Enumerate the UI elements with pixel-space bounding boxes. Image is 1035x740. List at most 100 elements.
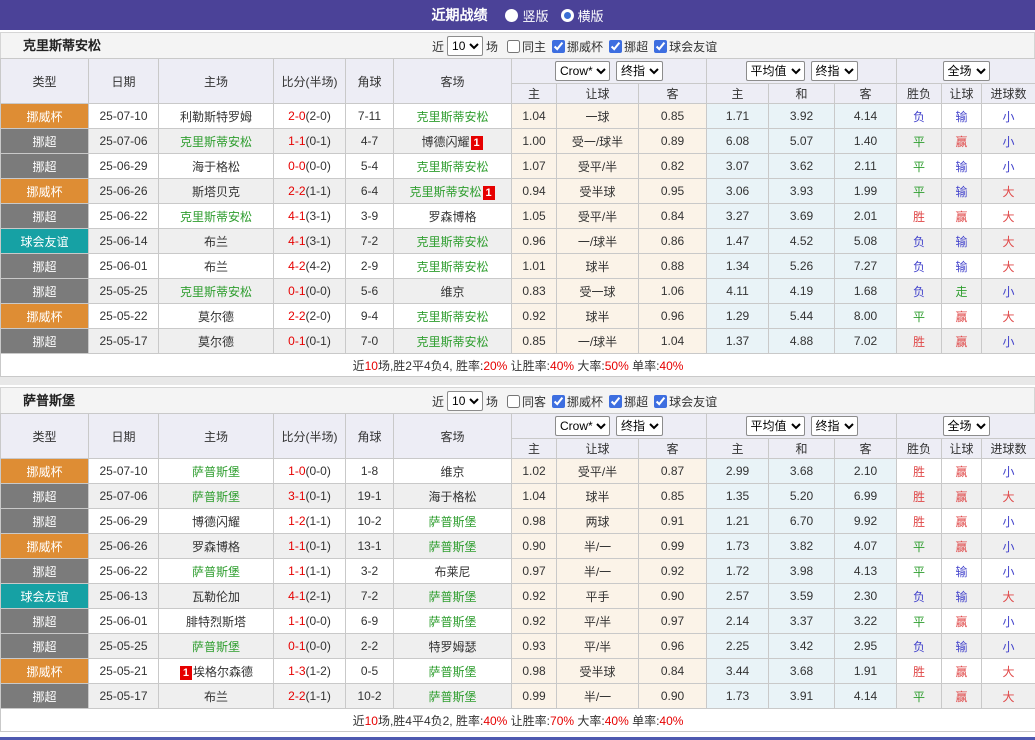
half-score: (0-0) xyxy=(306,464,331,478)
league-filter-2[interactable]: 球会友谊 xyxy=(652,38,717,55)
final-score: 4-1 xyxy=(288,234,305,248)
avg-away: 1.40 xyxy=(835,129,897,154)
result-outcome: 平 xyxy=(897,534,942,559)
final-score: 4-1 xyxy=(288,209,305,223)
league-filter-2-input[interactable] xyxy=(654,40,667,53)
result-outcome-value: 负 xyxy=(913,640,925,654)
avg-draw: 3.82 xyxy=(769,534,835,559)
league-filter-2[interactable]: 球会友谊 xyxy=(652,393,717,410)
result-outcome: 胜 xyxy=(897,509,942,534)
result-outcome-value: 平 xyxy=(913,135,925,149)
odds-home: 1.04 xyxy=(512,104,557,129)
match-row: 挪超25-06-22萨普斯堡1-1(1-1)3-2布莱尼0.97半/一0.921… xyxy=(1,559,1035,584)
result-outcome: 负 xyxy=(897,634,942,659)
avg-provider-select[interactable]: 平均值 xyxy=(746,61,805,81)
final-score: 1-0 xyxy=(288,464,305,478)
matches-table: 类型日期主场比分(半场)角球客场Crow*终指平均值终指全场主让球客主和客胜负让… xyxy=(0,58,1035,377)
league-filter-0-input[interactable] xyxy=(552,395,565,408)
match-row: 挪威杯25-07-10萨普斯堡1-0(0-0)1-8维京1.02受平/半0.87… xyxy=(1,459,1035,484)
layout-radio-vertical[interactable]: 竖版 xyxy=(505,6,548,25)
result-goals-value: 小 xyxy=(1003,615,1015,629)
result-handicap: 输 xyxy=(942,154,982,179)
odds-home: 0.92 xyxy=(512,584,557,609)
corner-count: 1-8 xyxy=(346,459,394,484)
same-venue-filter-input[interactable] xyxy=(507,40,520,53)
away-team: 布莱尼 xyxy=(394,559,512,584)
match-score: 4-1(2-1) xyxy=(274,584,346,609)
avg-draw: 3.68 xyxy=(769,459,835,484)
avg-provider-select[interactable]: 平均值 xyxy=(746,416,805,436)
sub-column-header: 主 xyxy=(512,439,557,459)
avg-time-select[interactable]: 终指 xyxy=(811,61,858,81)
result-handicap: 赢 xyxy=(942,509,982,534)
result-handicap-value: 赢 xyxy=(956,540,968,554)
recent-count-select[interactable]: 10 xyxy=(447,36,483,56)
recent-label: 近 xyxy=(432,393,444,410)
odds-handicap: 球半 xyxy=(557,484,639,509)
avg-away: 1.99 xyxy=(835,179,897,204)
league-filter-1-input[interactable] xyxy=(609,40,622,53)
layout-radio-horizontal[interactable]: 横版 xyxy=(561,6,604,25)
same-venue-filter-input[interactable] xyxy=(507,395,520,408)
result-outcome: 平 xyxy=(897,559,942,584)
final-score: 2-2 xyxy=(288,309,305,323)
home-team-name: 斯塔贝克 xyxy=(192,185,240,199)
odds-time-select[interactable]: 终指 xyxy=(616,61,663,81)
recent-count-select[interactable]: 10 xyxy=(447,391,483,411)
summary-segment: 40% xyxy=(659,714,683,728)
avg-draw: 3.98 xyxy=(769,559,835,584)
away-team-name: 克里斯蒂安松 xyxy=(416,310,488,324)
league-filter-0[interactable]: 挪威杯 xyxy=(550,38,603,55)
same-venue-filter[interactable]: 同主 xyxy=(505,38,546,55)
league-filter-0[interactable]: 挪威杯 xyxy=(550,393,603,410)
summary-segment: 单率: xyxy=(629,359,660,373)
radio-horizontal-label: 横版 xyxy=(578,6,604,25)
same-venue-filter[interactable]: 同客 xyxy=(505,393,546,410)
league-filter-0-input[interactable] xyxy=(552,40,565,53)
avg-away: 2.01 xyxy=(835,204,897,229)
corner-count: 4-7 xyxy=(346,129,394,154)
odds-provider-select[interactable]: Crow* xyxy=(555,61,610,81)
summary-segment: 70% xyxy=(550,714,574,728)
same-venue-filter-label: 同客 xyxy=(522,393,546,410)
result-goals-value: 大 xyxy=(1003,185,1015,199)
league-filter-2-input[interactable] xyxy=(654,395,667,408)
column-header: 类型 xyxy=(1,414,89,459)
home-team-name: 布兰 xyxy=(204,690,228,704)
radio-vertical-icon[interactable] xyxy=(505,9,518,22)
odds-time-select[interactable]: 终指 xyxy=(616,416,663,436)
result-handicap: 赢 xyxy=(942,204,982,229)
league-filter-1-input[interactable] xyxy=(609,395,622,408)
scope-select[interactable]: 全场 xyxy=(943,416,990,436)
final-score: 1-2 xyxy=(288,514,305,528)
corner-count: 6-4 xyxy=(346,179,394,204)
result-outcome: 平 xyxy=(897,304,942,329)
result-outcome: 平 xyxy=(897,684,942,709)
league-filter-1[interactable]: 挪超 xyxy=(607,393,648,410)
half-score: (1-1) xyxy=(306,184,331,198)
scope-select[interactable]: 全场 xyxy=(943,61,990,81)
radio-horizontal-icon[interactable] xyxy=(561,9,574,22)
final-score: 0-1 xyxy=(288,284,305,298)
odds-group-header: Crow* 终指 xyxy=(512,414,707,439)
avg-time-select[interactable]: 终指 xyxy=(811,416,858,436)
result-handicap: 赢 xyxy=(942,484,982,509)
odds-home: 0.96 xyxy=(512,229,557,254)
odds-home: 1.01 xyxy=(512,254,557,279)
corner-count: 10-2 xyxy=(346,684,394,709)
red-card-badge: 1 xyxy=(180,666,192,680)
match-type: 挪威杯 xyxy=(1,179,89,204)
away-team: 海于格松 xyxy=(394,484,512,509)
result-goals-value: 小 xyxy=(1003,135,1015,149)
final-score: 1-1 xyxy=(288,614,305,628)
odds-home: 0.92 xyxy=(512,609,557,634)
odds-handicap: 球半 xyxy=(557,254,639,279)
result-outcome: 平 xyxy=(897,609,942,634)
avg-home: 1.71 xyxy=(707,104,769,129)
odds-provider-select[interactable]: Crow* xyxy=(555,416,610,436)
result-outcome-value: 平 xyxy=(913,615,925,629)
league-filter-1[interactable]: 挪超 xyxy=(607,38,648,55)
match-row: 挪超25-07-06克里斯蒂安松1-1(0-1)4-7博德闪耀11.00受一/球… xyxy=(1,129,1035,154)
red-card-badge: 1 xyxy=(471,136,483,150)
summary-segment: 大率: xyxy=(574,714,605,728)
